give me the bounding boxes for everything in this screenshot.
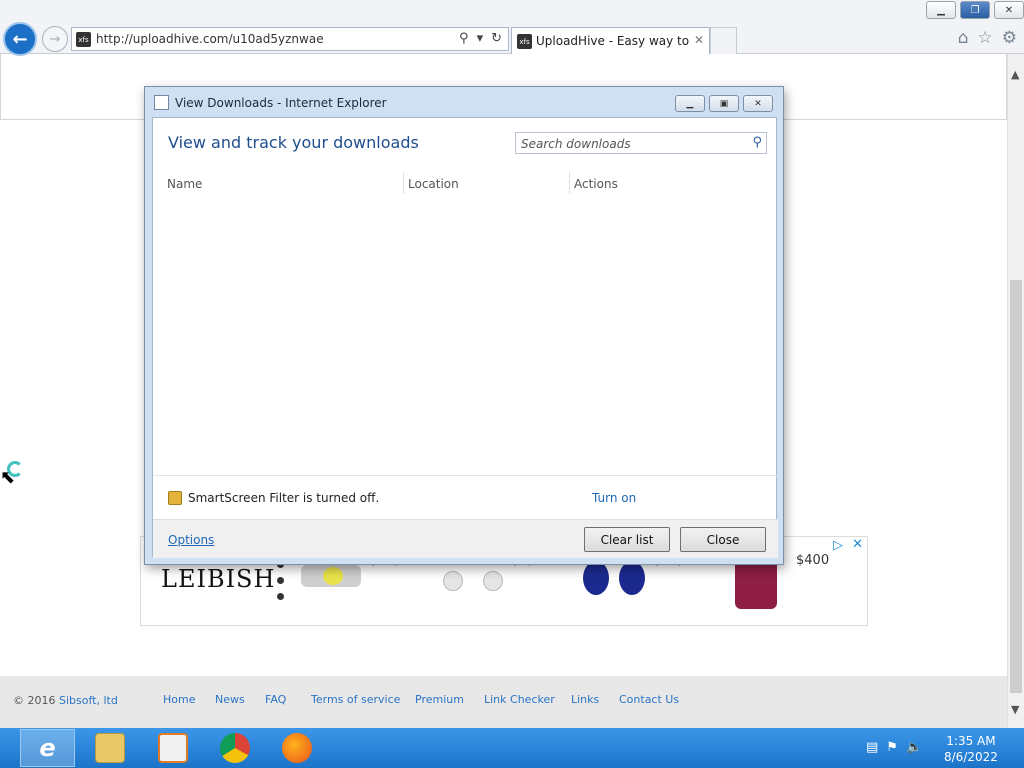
clear-list-button[interactable]: Clear list: [584, 527, 670, 552]
site-favicon-icon: xfs: [76, 32, 91, 47]
yellow-gem-image: [323, 567, 343, 585]
scroll-down-icon[interactable]: ▼: [1011, 703, 1019, 716]
ad-close-icon[interactable]: ✕: [852, 537, 863, 552]
action-center-flag-icon[interactable]: ⚑: [886, 740, 898, 755]
clock-date: 8/6/2022: [944, 750, 998, 764]
tab-close-icon[interactable]: ✕: [694, 33, 704, 47]
diamond-image-2[interactable]: [483, 571, 503, 591]
scroll-up-icon[interactable]: ▲: [1011, 68, 1019, 81]
volume-icon[interactable]: 🔈: [906, 740, 922, 755]
forward-button[interactable]: →: [42, 26, 68, 52]
tab-title[interactable]: UploadHive - Easy way to s...: [536, 34, 691, 48]
footer-link-link-checker[interactable]: Link Checker: [484, 693, 555, 706]
firefox-icon[interactable]: [282, 733, 312, 763]
dialog-footer: Options Clear list Close: [153, 519, 778, 558]
window-restore-button[interactable]: ❐: [960, 1, 990, 19]
forward-arrow-icon: →: [49, 31, 61, 47]
browser-chrome: ← → xfs http://uploadhive.com/u10ad5yznw…: [0, 0, 1024, 56]
system-tray: ▤ ⚑ 🔈: [866, 740, 922, 755]
clock-time: 1:35 AM: [946, 734, 996, 748]
copyright-text: © 2016: [13, 694, 56, 707]
back-arrow-icon: ←: [12, 28, 28, 50]
windows-taskbar: e ▤ ⚑ 🔈 1:35 AM 8/6/2022: [0, 728, 1024, 768]
search-icon[interactable]: ⚲: [459, 31, 469, 46]
address-url[interactable]: http://uploadhive.com/u10ad5yznwae: [96, 32, 324, 46]
chrome-icon[interactable]: [220, 733, 250, 763]
footer-link-contact[interactable]: Contact Us: [619, 693, 679, 706]
footer-link-faq[interactable]: FAQ: [265, 693, 286, 706]
scrollbar-thumb[interactable]: [1010, 280, 1022, 693]
minimize-icon: ▁: [937, 4, 945, 16]
clock[interactable]: 1:35 AM 8/6/2022: [944, 733, 998, 765]
sapphire-image-2[interactable]: [619, 561, 645, 595]
media-player-icon[interactable]: [158, 733, 188, 763]
search-placeholder: Search downloads: [521, 137, 631, 151]
back-button[interactable]: ←: [3, 22, 37, 56]
column-header-name[interactable]: Name: [167, 177, 202, 191]
dialog-body: View and track your downloads Search dow…: [152, 117, 778, 558]
dropdown-arrow-icon[interactable]: ▾: [477, 31, 484, 46]
ad-price-4: $400: [796, 553, 830, 568]
minimize-icon: ▁: [686, 98, 694, 109]
internet-explorer-icon[interactable]: e: [20, 729, 75, 767]
downloads-app-icon: [154, 95, 169, 110]
dialog-minimize-button[interactable]: ▁: [675, 95, 705, 112]
home-icon[interactable]: ⌂: [958, 28, 969, 48]
favorites-star-icon[interactable]: ☆: [978, 28, 993, 48]
footer-link-home[interactable]: Home: [163, 693, 195, 706]
dialog-heading: View and track your downloads: [168, 133, 419, 152]
close-icon: ✕: [754, 98, 762, 109]
smartscreen-bar: SmartScreen Filter is turned off. Turn o…: [153, 475, 778, 519]
page-footer: © 2016 Sibsoft, ltd Home News FAQ Terms …: [0, 676, 1007, 728]
options-link[interactable]: Options: [168, 533, 214, 547]
dialog-title: View Downloads - Internet Explorer: [175, 96, 387, 110]
window-minimize-button[interactable]: ▁: [926, 1, 956, 19]
dialog-maximize-button[interactable]: ▣: [709, 95, 739, 112]
footer-link-premium[interactable]: Premium: [415, 693, 464, 706]
shield-warning-icon: [168, 491, 182, 505]
settings-gear-icon[interactable]: ⚙: [1002, 28, 1017, 48]
new-tab-button[interactable]: [710, 27, 737, 54]
close-icon: ✕: [1004, 4, 1014, 16]
footer-link-links[interactable]: Links: [571, 693, 599, 706]
page-scrollbar[interactable]: ▲ ▼: [1007, 54, 1024, 728]
sapphire-image[interactable]: [583, 561, 609, 595]
footer-link-terms[interactable]: Terms of service: [311, 693, 400, 706]
restore-icon: ❐: [970, 4, 980, 16]
mouse-cursor-icon: ⬉: [0, 467, 16, 488]
footer-link-news[interactable]: News: [215, 693, 245, 706]
address-bar[interactable]: xfs http://uploadhive.com/u10ad5yznwae ⚲…: [71, 27, 509, 51]
column-header-location[interactable]: Location: [408, 177, 459, 191]
copyright-link[interactable]: Sibsoft, ltd: [59, 694, 118, 707]
view-downloads-dialog: View Downloads - Internet Explorer ▁ ▣ ✕…: [144, 86, 784, 565]
column-header-actions[interactable]: Actions: [574, 177, 618, 191]
window-close-button[interactable]: ✕: [994, 1, 1024, 19]
copyright: © 2016 Sibsoft, ltd: [13, 694, 118, 707]
downloads-list: [153, 198, 778, 475]
browser-tab[interactable]: xfs UploadHive - Easy way to s... ✕: [511, 27, 710, 54]
diamond-image[interactable]: [443, 571, 463, 591]
smartscreen-status: SmartScreen Filter is turned off.: [188, 491, 380, 505]
close-button[interactable]: Close: [680, 527, 766, 552]
dialog-close-button[interactable]: ✕: [743, 95, 773, 112]
turn-on-link[interactable]: Turn on: [592, 491, 636, 505]
search-icon[interactable]: ⚲: [752, 135, 762, 150]
refresh-icon[interactable]: ↻: [491, 31, 502, 46]
column-divider: [569, 172, 570, 194]
maximize-icon: ▣: [719, 98, 729, 109]
column-divider: [403, 172, 404, 194]
tab-favicon-icon: xfs: [517, 34, 532, 49]
ad-brand[interactable]: LEIBISH: [161, 565, 275, 593]
search-downloads-input[interactable]: Search downloads ⚲: [515, 132, 767, 154]
network-icon[interactable]: ▤: [866, 740, 878, 755]
file-explorer-icon[interactable]: [95, 733, 125, 763]
adchoices-icon[interactable]: ▷: [833, 538, 843, 553]
ad-dots-icon: [277, 561, 284, 600]
